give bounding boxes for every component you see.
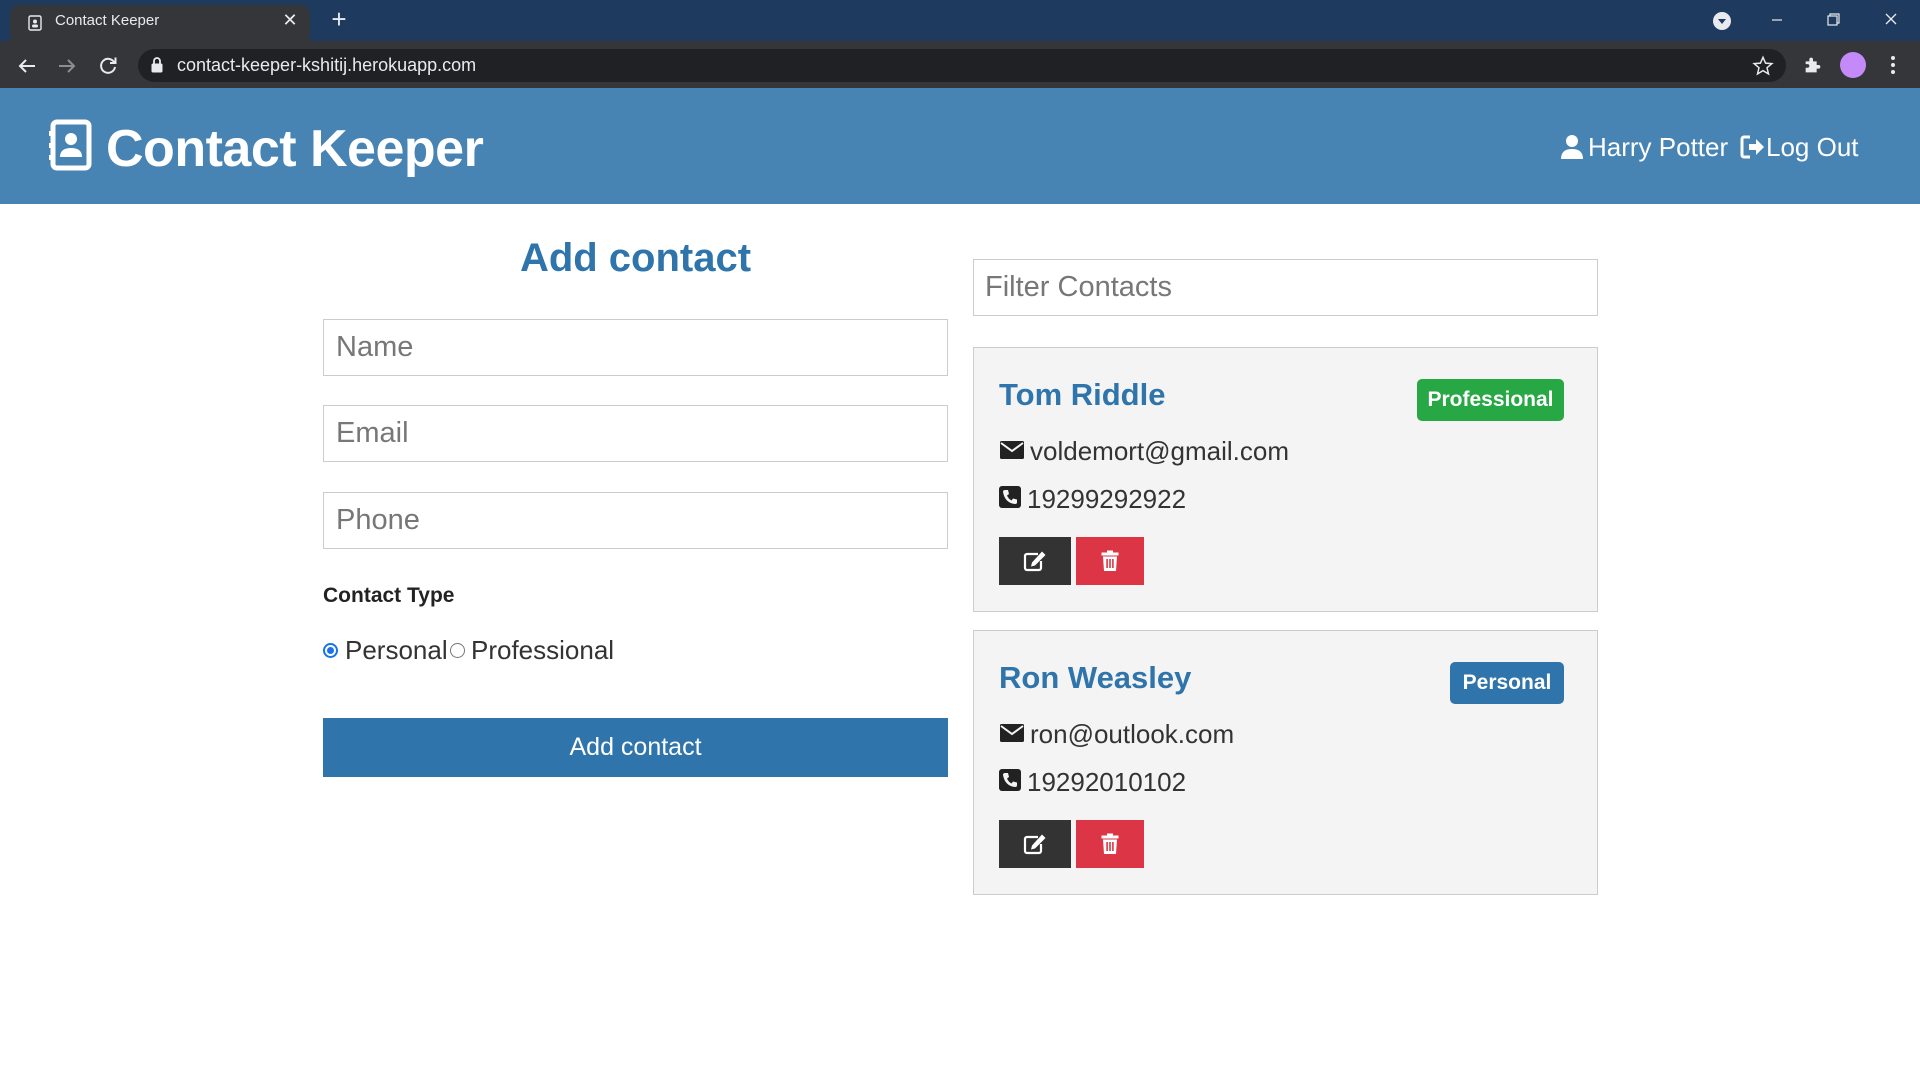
- trash-icon: [1101, 550, 1119, 571]
- browser-menu-icon[interactable]: [1889, 54, 1897, 76]
- phone-input[interactable]: [323, 492, 948, 549]
- user-icon: [1561, 135, 1583, 159]
- phone-icon: [999, 769, 1021, 791]
- url-text[interactable]: contact-keeper-kshitij.herokuapp.com: [177, 55, 476, 76]
- contact-phone: 19299292922: [1027, 484, 1187, 514]
- radio-professional-label[interactable]: Professional: [471, 635, 614, 666]
- add-contact-button[interactable]: Add contact: [323, 718, 948, 777]
- profile-avatar[interactable]: [1840, 52, 1866, 78]
- tab-close-icon[interactable]: ✕: [280, 10, 300, 30]
- contact-type-label: Contact Type: [323, 584, 455, 607]
- edit-icon: [1023, 834, 1046, 855]
- contact-email: ron@outlook.com: [1030, 719, 1235, 749]
- email-input[interactable]: [323, 405, 948, 462]
- profile-menu-icon[interactable]: [1712, 11, 1732, 31]
- lock-icon: [151, 57, 163, 73]
- envelope-icon: [1000, 724, 1024, 742]
- restore-window-icon[interactable]: [1818, 6, 1848, 34]
- back-arrow-icon[interactable]: [15, 54, 39, 78]
- trash-icon: [1101, 833, 1119, 854]
- delete-button[interactable]: [1076, 537, 1144, 585]
- contact-type-badge: Professional: [1417, 379, 1564, 421]
- logout-link[interactable]: Log Out: [1766, 132, 1859, 163]
- reload-icon[interactable]: [96, 54, 120, 78]
- phone-icon: [999, 486, 1021, 508]
- edit-button[interactable]: [999, 820, 1071, 868]
- extensions-puzzle-icon[interactable]: [1802, 54, 1824, 76]
- contact-name: Ron Weasley: [999, 660, 1192, 695]
- tab-favicon-icon: [28, 15, 42, 31]
- radio-personal-label[interactable]: Personal: [345, 635, 448, 666]
- close-window-icon[interactable]: [1876, 6, 1906, 34]
- edit-button[interactable]: [999, 537, 1071, 585]
- name-input[interactable]: [323, 319, 948, 376]
- user-name: Harry Potter: [1588, 132, 1729, 162]
- delete-button[interactable]: [1076, 820, 1144, 868]
- forward-arrow-icon[interactable]: [55, 54, 79, 78]
- contact-name: Tom Riddle: [999, 377, 1166, 412]
- new-tab-icon[interactable]: +: [327, 6, 351, 32]
- bookmark-star-icon[interactable]: [1752, 55, 1774, 77]
- radio-professional[interactable]: [450, 643, 465, 658]
- address-card-icon: [49, 119, 92, 171]
- brand-title[interactable]: Contact Keeper: [106, 119, 484, 179]
- tab-title: Contact Keeper: [55, 12, 160, 29]
- radio-personal[interactable]: [323, 643, 338, 658]
- sign-out-icon[interactable]: [1740, 134, 1766, 160]
- form-title: Add contact: [519, 236, 752, 280]
- minimize-window-icon[interactable]: [1762, 6, 1792, 34]
- envelope-icon: [1000, 441, 1024, 459]
- contact-email: voldemort@gmail.com: [1030, 436, 1290, 466]
- edit-icon: [1023, 551, 1046, 572]
- contact-type-badge: Personal: [1450, 662, 1564, 704]
- filter-contacts-input[interactable]: [973, 259, 1598, 316]
- contact-phone: 19292010102: [1027, 767, 1187, 797]
